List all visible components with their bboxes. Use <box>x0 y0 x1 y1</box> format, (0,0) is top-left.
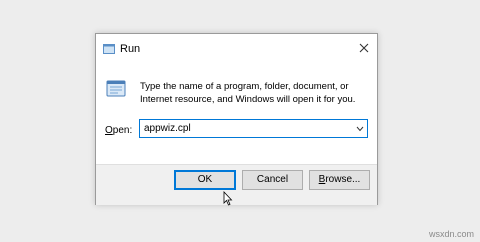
run-description: Type the name of a program, folder, docu… <box>140 81 356 105</box>
open-combobox[interactable]: appwiz.cpl <box>139 119 368 138</box>
open-label: Open: <box>105 125 132 136</box>
run-app-icon <box>103 44 115 54</box>
open-input-value[interactable]: appwiz.cpl <box>144 123 191 134</box>
browse-button[interactable]: Browse... <box>309 170 370 190</box>
mouse-cursor-icon <box>223 191 233 206</box>
chevron-down-icon[interactable] <box>356 126 364 132</box>
window-title: Run <box>120 43 141 55</box>
watermark: wsxdn.com <box>428 229 474 239</box>
close-icon[interactable] <box>355 39 373 57</box>
open-label-rest: pen: <box>112 125 133 136</box>
run-program-icon <box>106 80 126 97</box>
browse-label-rest: rowse... <box>325 174 361 185</box>
title-bar[interactable]: Run <box>96 34 377 64</box>
cancel-button[interactable]: Cancel <box>242 170 303 190</box>
run-dialog: Run Type the name of a program, folder, … <box>95 33 378 205</box>
open-label-mnemonic: O <box>105 125 113 136</box>
ok-button[interactable]: OK <box>174 170 236 190</box>
